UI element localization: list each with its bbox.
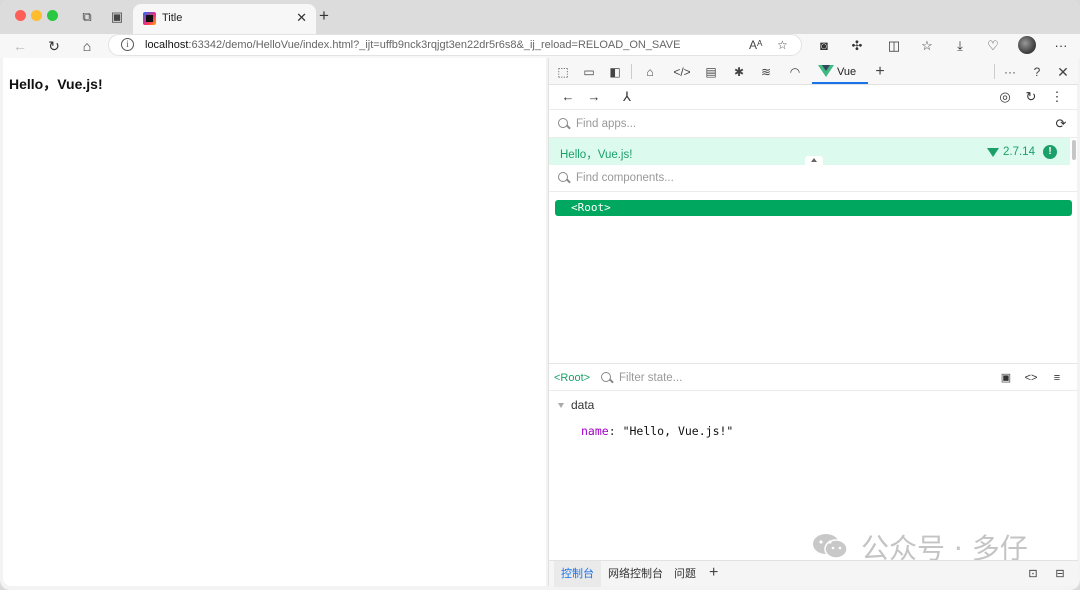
app-icon[interactable]: ◙ <box>815 37 833 55</box>
split-screen-icon[interactable]: ◫ <box>885 37 903 55</box>
tab-label: Title <box>162 12 183 24</box>
wechat-logo-icon <box>813 534 848 559</box>
url-path: :63342/demo/HelloVue/index.html?_ijt=uff… <box>188 39 681 51</box>
favorites-icon[interactable]: ☆ <box>918 37 936 55</box>
console-icon[interactable]: ▤ <box>702 63 720 81</box>
dock-drawer-icon[interactable]: ⊡ <box>1025 566 1041 582</box>
read-aloud-icon[interactable]: Aᴬ <box>749 38 762 52</box>
sync-apps-icon[interactable]: ⟳ <box>1053 116 1069 132</box>
page-viewport: Hello，Vue.js! <box>3 58 546 586</box>
inspect-dom-icon[interactable]: ≡ <box>1049 370 1065 386</box>
search-icon <box>558 172 568 182</box>
component-tree-icon[interactable]: ⅄ <box>619 89 635 105</box>
elements-icon[interactable]: </> <box>673 63 691 81</box>
vue-settings-more-icon[interactable]: ⋮ <box>1049 89 1065 105</box>
tab-network-console[interactable]: 网络控制台 <box>601 561 670 587</box>
state-key: name <box>581 424 609 438</box>
dock-side-icon[interactable]: ◧ <box>606 63 624 81</box>
devtools-toolbar: ⬚ ▭ ◧ ⌂ </> ▤ ✱ ≋ ◠ Vue + ··· ? ✕ <box>549 58 1078 85</box>
refresh-icon[interactable]: ↻ <box>1023 89 1039 105</box>
close-devtools-icon[interactable]: ✕ <box>1054 63 1072 81</box>
url-host: localhost <box>145 39 189 51</box>
search-icon <box>601 372 611 382</box>
tab-console[interactable]: 控制台 <box>554 561 601 587</box>
favicon-icon <box>143 12 156 25</box>
help-icon[interactable]: ? <box>1028 63 1046 81</box>
browser-essentials-icon[interactable]: ♡ <box>984 37 1002 55</box>
search-icon <box>558 118 568 128</box>
new-tab-button[interactable]: + <box>319 7 329 24</box>
vue-version: 2.7.14 <box>1003 146 1035 158</box>
selected-component-label: <Root> <box>554 372 591 384</box>
data-section-header[interactable]: data <box>558 398 594 412</box>
tab-vue[interactable]: Vue <box>812 58 868 85</box>
warning-badge-icon[interactable]: ! <box>1043 145 1057 159</box>
toolbar-divider <box>631 64 632 79</box>
active-tab-indicator <box>812 82 868 84</box>
browser-window: ⧉ ▣ Title ✕ + ← ↻ ⌂ i localhost:63342/de… <box>0 0 1080 590</box>
inspect-element-icon[interactable]: ⬚ <box>554 63 572 81</box>
find-apps-row[interactable]: Find apps... ⟳ <box>549 111 1078 138</box>
reload-button[interactable]: ↻ <box>45 37 63 55</box>
collapse-apps-chevron-icon[interactable] <box>805 156 823 165</box>
vue-version-logo-icon <box>987 148 999 157</box>
find-apps-input[interactable]: Find apps... <box>576 118 636 130</box>
find-components-row[interactable]: Find components... <box>549 165 1078 192</box>
data-section-label: data <box>571 398 595 412</box>
welcome-home-icon[interactable]: ⌂ <box>641 63 659 81</box>
state-inspector-bar: <Root> Filter state... ▣ <> ≡ <box>549 363 1078 391</box>
filter-state-input[interactable]: Filter state... <box>619 372 682 384</box>
toolbar-divider <box>994 64 995 79</box>
address-bar[interactable]: i localhost:63342/demo/HelloVue/index.ht… <box>108 34 802 56</box>
workspaces-icon[interactable]: ⧉ <box>79 9 95 25</box>
vue-logo-icon <box>818 65 834 77</box>
extensions-icon[interactable]: ✣ <box>848 37 866 55</box>
expand-triangle-icon[interactable] <box>558 403 564 409</box>
title-bar: ⧉ ▣ Title ✕ + <box>0 0 1080 34</box>
downloads-icon[interactable]: ⤓ <box>951 37 969 55</box>
forward-arrow-icon[interactable]: → <box>586 89 602 105</box>
app-name: Hello，Vue.js! <box>560 149 633 161</box>
open-in-editor-icon[interactable]: <> <box>1023 370 1039 386</box>
add-tool-icon[interactable]: + <box>871 63 889 81</box>
select-component-target-icon[interactable]: ◎ <box>997 89 1013 105</box>
profile-avatar[interactable] <box>1018 36 1036 54</box>
home-button[interactable]: ⌂ <box>78 37 96 55</box>
collapse-drawer-icon[interactable]: ⊟ <box>1052 566 1068 582</box>
maximize-window-button[interactable] <box>47 10 58 21</box>
page-heading: Hello，Vue.js! <box>9 76 103 92</box>
root-component-label: <Root> <box>571 201 611 214</box>
device-emulation-icon[interactable]: ▭ <box>580 63 598 81</box>
devtools-more-icon[interactable]: ··· <box>1001 63 1019 81</box>
tab-issues[interactable]: 问题 <box>667 561 703 587</box>
site-info-icon[interactable]: i <box>121 38 134 51</box>
back-arrow-icon[interactable]: ← <box>560 89 576 105</box>
scroll-to-component-icon[interactable]: ▣ <box>998 370 1014 386</box>
drawer-tab-bar: 控制台 网络控制台 问题 + ⊡ ⊟ <box>549 560 1078 587</box>
component-tree-root[interactable]: <Root> <box>555 200 1072 216</box>
add-drawer-tab-icon[interactable]: + <box>709 564 718 582</box>
state-value[interactable]: "Hello, Vue.js!" <box>623 424 734 438</box>
vue-tab-label: Vue <box>837 66 857 78</box>
tab-title[interactable]: Title ✕ <box>133 4 316 34</box>
close-window-button[interactable] <box>15 10 26 21</box>
favorite-star-icon[interactable]: ☆ <box>777 38 788 52</box>
sources-bug-icon[interactable]: ✱ <box>730 63 748 81</box>
find-components-input[interactable]: Find components... <box>576 172 674 184</box>
minimize-window-button[interactable] <box>31 10 42 21</box>
app-list-scrollbar[interactable] <box>1072 140 1076 160</box>
network-wifi-icon[interactable]: ≋ <box>757 63 775 81</box>
devtools-panel: ⬚ ▭ ◧ ⌂ </> ▤ ✱ ≋ ◠ Vue + ··· ? ✕ ← → ⅄ <box>548 58 1078 587</box>
navigation-bar: ← ↻ ⌂ i localhost:63342/demo/HelloVue/in… <box>0 34 1080 58</box>
vue-nav-bar: ← → ⅄ ◎ ↻ ⋮ <box>549 85 1078 110</box>
performance-gauge-icon[interactable]: ◠ <box>786 63 804 81</box>
close-tab-icon[interactable]: ✕ <box>296 10 307 26</box>
more-menu-icon[interactable]: ··· <box>1052 37 1070 55</box>
url-text: localhost:63342/demo/HelloVue/index.html… <box>145 39 680 51</box>
tab-actions-icon[interactable]: ▣ <box>109 9 125 25</box>
state-property-row[interactable]: name: "Hello, Vue.js!" <box>581 424 733 438</box>
back-button[interactable]: ← <box>11 37 29 55</box>
